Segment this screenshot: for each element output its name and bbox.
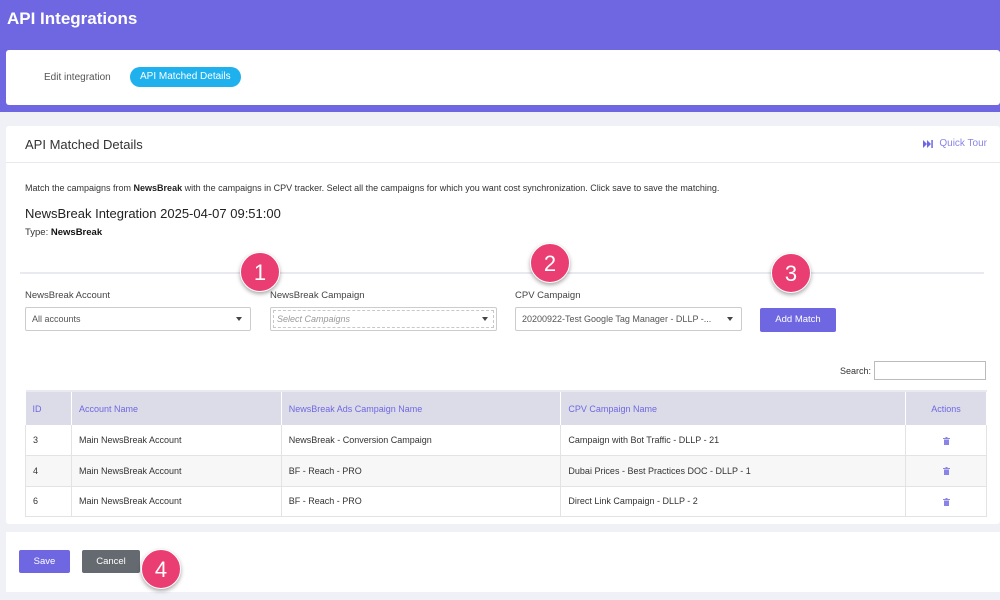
column-header-account[interactable]: Account Name [71,391,282,425]
cell-newsbreak-campaign: BF - Reach - PRO [281,455,562,487]
type-label: Type: [25,227,51,238]
chevron-down-icon [727,317,733,321]
campaign-select-placeholder: Select Campaigns [277,314,351,324]
integration-type: Type: NewsBreak [25,227,102,238]
table-header-row: ID Account Name NewsBreak Ads Campaign N… [25,391,987,425]
cell-account: Main NewsBreak Account [71,455,282,487]
cell-actions [905,486,987,517]
fast-forward-icon [923,139,934,148]
card-title: API Matched Details [25,137,143,152]
account-select-value: All accounts [32,314,81,324]
column-header-newsbreak-campaign[interactable]: NewsBreak Ads Campaign Name [281,391,562,425]
cell-newsbreak-campaign: NewsBreak - Conversion Campaign [281,425,562,456]
cell-id: 4 [25,455,72,487]
filter-separator [20,272,984,274]
trash-icon[interactable] [942,467,950,476]
search-input[interactable] [874,361,986,380]
card-divider [6,162,1000,163]
step-badge-3: 3 [771,253,811,293]
cpv-campaign-label: CPV Campaign [515,290,581,301]
type-value: NewsBreak [50,227,103,238]
table-row: 4 Main NewsBreak Account BF - Reach - PR… [25,455,987,487]
description-prefix: Match the campaigns from [25,183,134,193]
cell-actions [905,455,987,487]
description-source: NewsBreak [133,183,183,193]
step-badge-2: 2 [530,243,570,283]
table-row: 6 Main NewsBreak Account BF - Reach - PR… [25,486,987,517]
cell-cpv-campaign: Direct Link Campaign - DLLP - 2 [560,486,907,517]
tab-api-matched-details[interactable]: API Matched Details [130,67,241,87]
description: Match the campaigns from NewsBreak with … [25,183,719,193]
tabs-bar: Edit integration API Matched Details [6,50,1000,105]
matched-details-card: API Matched Details Quick Tour Match the… [6,126,1000,524]
trash-icon[interactable] [942,497,950,506]
cell-cpv-campaign: Dubai Prices - Best Practices DOC - DLLP… [560,455,907,487]
cell-account: Main NewsBreak Account [71,486,282,517]
integration-title: NewsBreak Integration 2025-04-07 09:51:0… [25,206,281,221]
cpv-campaign-select[interactable]: 20200922-Test Google Tag Manager - DLLP … [515,307,742,331]
matches-table: ID Account Name NewsBreak Ads Campaign N… [25,390,987,517]
account-label: NewsBreak Account [25,290,111,301]
column-header-id[interactable]: ID [25,391,72,425]
cell-newsbreak-campaign: BF - Reach - PRO [281,486,562,517]
description-suffix: with the campaigns in CPV tracker. Selec… [182,183,720,193]
campaign-select[interactable]: Select Campaigns [270,307,497,331]
tab-edit-integration[interactable]: Edit integration [40,69,115,86]
step-badge-1: 1 [240,252,280,292]
table-row: 3 Main NewsBreak Account NewsBreak - Con… [25,425,987,456]
page-title: API Integrations [7,9,138,28]
cancel-button[interactable]: Cancel [82,550,140,573]
cell-cpv-campaign: Campaign with Bot Traffic - DLLP - 21 [560,425,907,456]
add-match-button[interactable]: Add Match [760,308,836,332]
quick-tour-label: Quick Tour [939,138,987,149]
cell-actions [905,425,987,456]
chevron-down-icon [482,317,488,321]
cell-id: 3 [25,425,72,456]
cell-id: 6 [25,486,72,517]
trash-icon[interactable] [942,436,950,445]
search-label: Search: [840,366,872,376]
account-select[interactable]: All accounts [25,307,251,331]
campaign-label: NewsBreak Campaign [270,290,365,301]
chevron-down-icon [236,317,242,321]
column-header-actions: Actions [905,391,987,425]
cell-account: Main NewsBreak Account [71,425,282,456]
quick-tour-link[interactable]: Quick Tour [923,138,987,149]
cpv-campaign-value: 20200922-Test Google Tag Manager - DLLP … [522,314,712,324]
column-header-cpv-campaign[interactable]: CPV Campaign Name [560,391,907,425]
step-badge-4: 4 [141,549,181,589]
save-button[interactable]: Save [19,550,70,573]
